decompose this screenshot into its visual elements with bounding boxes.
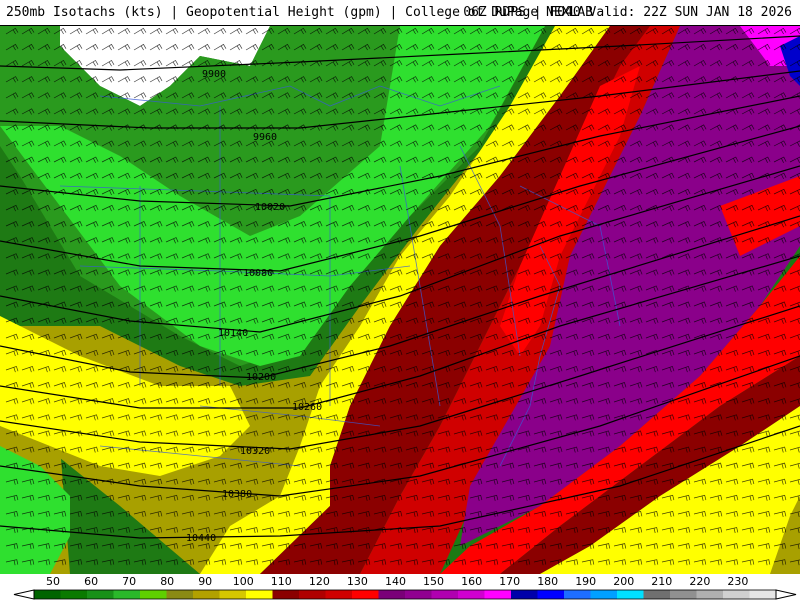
legend-swatch [511,590,538,599]
legend-label: 60 [84,575,99,588]
legend-swatch [113,590,141,599]
isotach-fill-map: 9900 9960 10020 10080 10140 10200 10260 … [0,26,800,574]
legend-swatch [431,590,459,599]
legend-swatch [34,590,61,599]
legend-label: 190 [575,575,597,588]
legend-swatch [696,590,724,599]
legend-label: 140 [385,575,406,588]
legend-swatch [325,590,353,599]
legend-swatch [617,590,644,599]
legend-label: 150 [423,575,444,588]
legend-label: 50 [46,575,60,588]
legend-swatch [537,590,565,599]
legend-swatch [193,590,220,599]
legend-label: 90 [198,575,213,588]
legend-label: 120 [308,575,330,588]
legend-swatch [590,590,618,599]
legend-swatch [60,590,88,599]
legend-label: 80 [160,575,175,588]
legend-swatch [299,590,326,599]
legend-swatch [484,590,512,599]
legend-swatch [405,590,432,599]
legend-swatch [458,590,485,599]
legend-swatch [140,590,167,599]
legend-colorbar [13,589,797,600]
legend-swatch [352,590,379,599]
legend-arrow-right [775,589,797,600]
legend-swatch [378,590,406,599]
contour-label: 9900 [202,69,226,80]
legend-label: 230 [727,575,749,588]
contour-label: 10440 [186,533,216,544]
legend-label: 200 [613,575,635,588]
legend-label: 110 [270,575,292,588]
legend-label: 100 [232,575,254,588]
legend-swatch [670,590,697,599]
contour-label: 10260 [292,402,322,413]
legend-label: 170 [499,575,521,588]
contour-label: 9960 [253,132,277,143]
model-valid-time: 06Z RDPS | F040 Valid: 22Z SUN JAN 18 20… [463,5,792,20]
legend-label: 130 [346,575,368,588]
legend-swatch [723,590,750,599]
contour-label: 10020 [255,202,285,213]
contour-label: 10140 [218,328,248,339]
legend-label: 210 [651,575,673,588]
legend-swatch [643,590,671,599]
contour-label: 10200 [246,372,276,383]
map-header: 250mb Isotachs (kts) | Geopotential Heig… [0,0,800,26]
legend-label: 160 [461,575,483,588]
legend-swatch [749,590,777,599]
legend-swatch [219,590,247,599]
legend-label: 220 [689,575,711,588]
legend-swatch [166,590,194,599]
legend-labels: 50 60 70 80 90 100 110 120 130 140 150 160 170 180 190… [0,574,800,588]
legend-swatch [246,590,273,599]
legend-swatch [87,590,114,599]
legend-label: 70 [122,575,137,588]
wind-map: 9900 9960 10020 10080 10140 10200 10260 … [0,26,800,574]
legend-arrow-left [13,589,35,600]
isotach-legend: 50 60 70 80 90 100 110 120 130 140 150 160 170 180 190… [0,574,800,600]
legend-label: 180 [537,575,559,588]
contour-label: 10320 [240,446,270,457]
legend-swatch [272,590,300,599]
contour-label: 10080 [243,268,273,279]
contour-label: 10380 [222,489,252,500]
legend-swatch [564,590,591,599]
